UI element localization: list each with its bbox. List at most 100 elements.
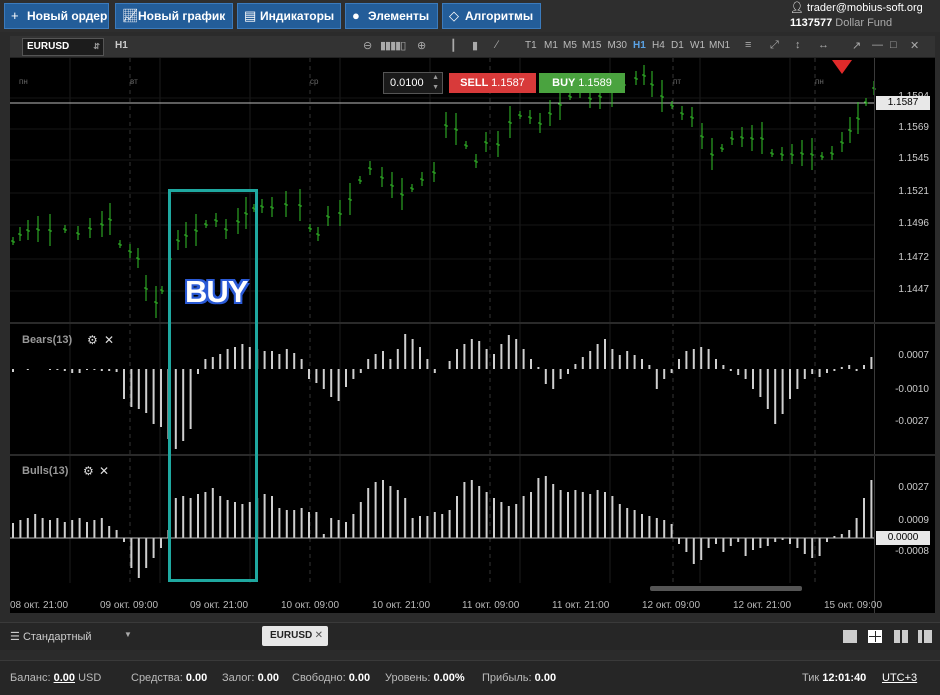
main-toolbar: + Новый ордер 📈︎ Новый график ▤ Индикато… xyxy=(0,0,940,32)
timeframe-m15[interactable]: M15 xyxy=(582,40,601,51)
plus-icon: + xyxy=(11,8,19,23)
bears-indicator-label: Bears(13) xyxy=(22,334,73,346)
minimize-icon[interactable]: — xyxy=(872,39,883,51)
price-tick: 1.1472 xyxy=(898,252,929,263)
horizontal-scrollbar[interactable] xyxy=(650,586,802,591)
bears-settings-icon[interactable]: ⚙ xyxy=(87,333,98,347)
bears-tick: 0.0007 xyxy=(898,350,929,361)
symbol-selector[interactable]: EURUSD ⇵ xyxy=(22,38,104,56)
zoom-slider[interactable]: ▮▮▮▮▯ xyxy=(380,39,406,52)
chevron-down-icon[interactable]: ▼ xyxy=(124,630,132,639)
trading-icon[interactable]: ≡ xyxy=(745,39,751,51)
new-chart-button[interactable]: 📈︎ Новый график xyxy=(115,3,233,29)
algorithms-label: Алгоритмы xyxy=(465,9,534,23)
time-label: 10 окт. 09:00 xyxy=(281,600,340,611)
tab-eurusd[interactable]: EURUSD ✕ xyxy=(262,626,328,646)
sell-label: SELL xyxy=(460,77,489,89)
zoom-out-icon[interactable]: ⊖ xyxy=(363,39,372,52)
popout-icon[interactable]: ↗ xyxy=(852,39,861,52)
chart-canvas[interactable] xyxy=(10,58,935,613)
menu-icon: ☰ xyxy=(10,631,20,643)
time-label: 12 окт. 21:00 xyxy=(733,600,792,611)
buy-label: BUY xyxy=(552,77,576,89)
pane-separator-bulls[interactable] xyxy=(10,454,935,456)
diamond-icon: ◇ xyxy=(449,8,459,23)
layout-grid-icon[interactable] xyxy=(868,630,882,643)
pane-separator-bears[interactable] xyxy=(10,322,935,324)
bears-close-icon[interactable]: ✕ xyxy=(104,333,114,347)
user-icon: 👤︎ xyxy=(790,2,804,14)
timeframe-d1[interactable]: D1 xyxy=(671,40,684,51)
chart-icon: 📈︎ xyxy=(122,8,139,23)
margin: Залог: 0.00 xyxy=(222,672,279,684)
buy-button[interactable]: BUY 1.1589 xyxy=(539,73,625,93)
vertical-arrows-icon[interactable]: ↕ xyxy=(795,39,801,51)
indicators-label: Индикаторы xyxy=(260,9,335,23)
close-tab-icon[interactable]: ✕ xyxy=(315,626,323,646)
horizontal-arrows-icon[interactable]: ↔ xyxy=(818,39,829,51)
layout-columns-icon[interactable] xyxy=(894,630,908,643)
elements-label: Элементы xyxy=(368,9,430,23)
bulls-tick: 0.0027 xyxy=(898,482,929,493)
algorithms-button[interactable]: ◇ Алгоритмы xyxy=(442,3,541,29)
lot-stepper-icon[interactable]: ▲ ▼ xyxy=(432,73,439,93)
tab-eurusd-label: EURUSD xyxy=(270,630,313,641)
time-label: 08 окт. 21:00 xyxy=(10,600,69,611)
timeframe-m5[interactable]: M5 xyxy=(563,40,577,51)
time-label: 11 окт. 21:00 xyxy=(552,600,610,611)
sell-button[interactable]: SELL 1.1587 xyxy=(449,73,536,93)
price-tick: 1.1545 xyxy=(898,153,929,164)
price-tick: 1.1496 xyxy=(898,218,929,229)
template-selector[interactable]: ☰ Стандартный xyxy=(10,630,92,643)
layout-single-icon[interactable] xyxy=(843,630,857,643)
balance: Баланс: 0.00 USD xyxy=(10,672,102,684)
symbol-value: EURUSD xyxy=(27,41,70,52)
account-fund: Dollar Fund xyxy=(835,17,893,29)
draw-line-icon[interactable]: ⤢ xyxy=(770,39,779,52)
current-price-label: 1.1587 xyxy=(876,96,930,110)
account-info[interactable]: 👤︎ trader@mobius-soft.org 1137577 Dollar… xyxy=(790,1,936,31)
bulls-zero-label: 0.0000 xyxy=(876,531,930,545)
timezone-selector[interactable]: UTC+3 xyxy=(882,672,917,684)
maximize-icon[interactable]: □ xyxy=(890,39,897,51)
free-margin: Свободно: 0.00 xyxy=(292,672,371,684)
account-email: trader@mobius-soft.org xyxy=(807,2,923,14)
timeframe-h1[interactable]: H1 xyxy=(633,40,646,51)
bulls-settings-icon[interactable]: ⚙ xyxy=(83,464,94,478)
lot-value: 0.0100 xyxy=(390,77,424,89)
timeframe-w1[interactable]: W1 xyxy=(690,40,705,51)
template-name: Стандартный xyxy=(22,631,92,643)
indicators-icon: ▤ xyxy=(244,8,257,23)
timeframe-t1[interactable]: T1 xyxy=(525,40,537,51)
lot-input[interactable]: 0.0100 ▲ ▼ xyxy=(383,72,443,94)
layout-split-icon[interactable] xyxy=(918,630,932,643)
sell-price: 1.1587 xyxy=(491,77,525,89)
account-number: 1137577 xyxy=(790,17,833,29)
timeframe-mn1[interactable]: MN1 xyxy=(709,40,730,51)
timeframe-m30[interactable]: M30 xyxy=(608,40,627,51)
close-chart-icon[interactable]: ✕ xyxy=(910,39,919,52)
line-chart-icon[interactable]: ∕ xyxy=(496,39,498,51)
stepper-icon: ⇵ xyxy=(93,42,100,51)
candles-icon[interactable]: ▮ xyxy=(472,39,478,52)
new-order-button[interactable]: + Новый ордер xyxy=(4,3,109,29)
buy-price: 1.1589 xyxy=(578,77,612,89)
time-label: 11 окт. 09:00 xyxy=(462,600,520,611)
bulls-close-icon[interactable]: ✕ xyxy=(99,464,109,478)
zoom-in-icon[interactable]: ⊕ xyxy=(417,39,426,52)
indicators-button[interactable]: ▤ Индикаторы xyxy=(237,3,341,29)
time-label: 12 окт. 09:00 xyxy=(642,600,701,611)
time-label: 10 окт. 21:00 xyxy=(372,600,431,611)
bars-icon[interactable]: ┃ xyxy=(450,39,457,52)
new-order-label: Новый ордер xyxy=(27,9,108,23)
time-label: 09 окт. 09:00 xyxy=(100,600,159,611)
elements-button[interactable]: ● Элементы xyxy=(345,3,438,29)
timeframe-m1[interactable]: M1 xyxy=(544,40,558,51)
bulls-tick: 0.0009 xyxy=(898,515,929,526)
chart-area[interactable]: пнвтсрчтптпн 0.0100 ▲▼ SELL 1.1587 BUY 1… xyxy=(10,58,935,613)
status-bar: Баланс: 0.00 USD Средства: 0.00 Залог: 0… xyxy=(0,660,940,695)
day-label: ср xyxy=(310,77,319,86)
timeframe-h4[interactable]: H4 xyxy=(652,40,665,51)
funds: Средства: 0.00 xyxy=(131,672,208,684)
buy-annotation-box[interactable]: BUY xyxy=(168,189,258,582)
